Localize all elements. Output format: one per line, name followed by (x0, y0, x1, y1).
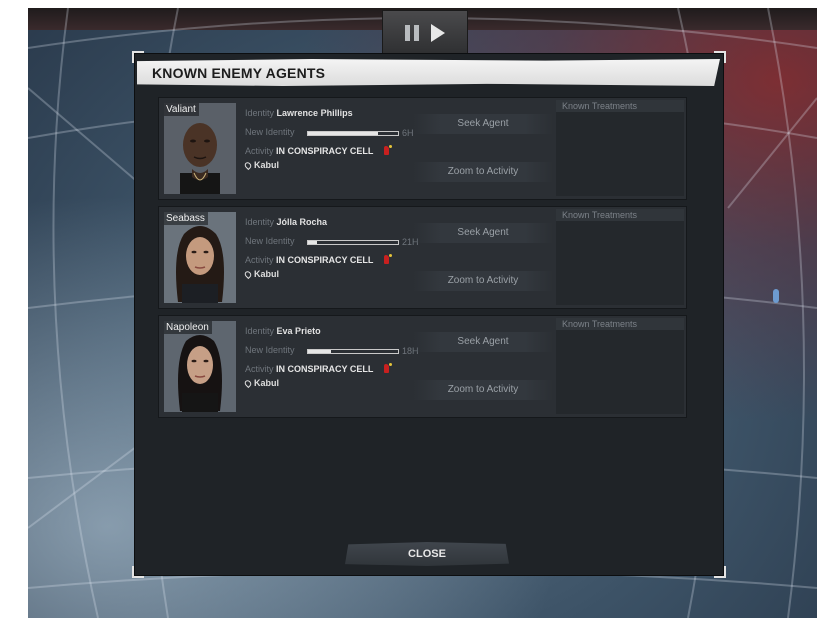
seek-agent-button[interactable]: Seek Agent (413, 114, 553, 134)
red-fist-icon (383, 145, 392, 155)
new-identity-progress-bar (307, 131, 399, 136)
zoom-to-activity-button[interactable]: Zoom to Activity (413, 380, 553, 400)
dialog-title: KNOWN ENEMY AGENTS (152, 65, 326, 81)
male-agent-portrait (164, 103, 236, 194)
new-identity-progress-bar (307, 349, 399, 354)
known-treatments-panel: Known Treatments (556, 318, 684, 414)
progress-fill (308, 132, 379, 135)
identity-label: Identity (245, 217, 275, 227)
activity-label: Activity (245, 146, 274, 156)
new-identity-label: New Identity (245, 127, 295, 137)
agent-activity: IN CONSPIRACY CELL (276, 364, 374, 374)
agent-codename: Napoleon (164, 321, 212, 334)
agent-codename: Valiant (164, 103, 199, 116)
progress-fill (308, 241, 317, 244)
agent-card: Napoleon Identity Eva Prieto New Identit… (158, 315, 687, 418)
identity-label: Identity (245, 326, 275, 336)
location-pin-icon (243, 269, 253, 280)
time-controls (382, 10, 468, 56)
close-button[interactable]: CLOSE (345, 542, 509, 566)
agent-portrait: Napoleon (164, 321, 236, 412)
identity-label: Identity (245, 108, 275, 118)
location-pin-icon (243, 160, 253, 171)
agent-card: Valiant Identity Lawrence Phillips New I… (158, 97, 687, 200)
red-fist-icon (383, 254, 392, 264)
agent-activity: IN CONSPIRACY CELL (276, 146, 374, 156)
red-fist-icon (383, 363, 392, 373)
agent-activity: IN CONSPIRACY CELL (276, 255, 374, 265)
location-pin-icon (243, 378, 253, 389)
seek-agent-button[interactable]: Seek Agent (413, 223, 553, 243)
agent-identity: Lawrence Phillips (276, 108, 353, 118)
agent-identity: Jólla Rocha (276, 217, 328, 227)
frame-corner (132, 566, 144, 578)
game-viewport: KNOWN ENEMY AGENTS Valiant Identity Lawr… (28, 8, 817, 618)
agent-identity: Eva Prieto (276, 326, 321, 336)
known-treatments-header: Known Treatments (556, 209, 684, 221)
known-treatments-header: Known Treatments (556, 318, 684, 330)
zoom-to-activity-button[interactable]: Zoom to Activity (413, 271, 553, 291)
agent-portrait: Valiant (164, 103, 236, 194)
known-treatments-panel: Known Treatments (556, 100, 684, 196)
frame-corner (714, 566, 726, 578)
known-enemy-agents-dialog: KNOWN ENEMY AGENTS Valiant Identity Lawr… (132, 51, 726, 578)
agent-portrait: Seabass (164, 212, 236, 303)
known-treatments-header: Known Treatments (556, 100, 684, 112)
zoom-to-activity-button[interactable]: Zoom to Activity (413, 162, 553, 182)
seek-agent-button[interactable]: Seek Agent (413, 332, 553, 352)
pause-icon[interactable] (405, 25, 419, 41)
new-identity-label: New Identity (245, 345, 295, 355)
female-agent-portrait (164, 321, 236, 412)
activity-label: Activity (245, 255, 274, 265)
new-identity-progress-bar (307, 240, 399, 245)
agent-location: Kabul (254, 269, 280, 279)
agent-location: Kabul (254, 378, 280, 388)
new-identity-label: New Identity (245, 236, 295, 246)
new-identity-time: 6H (402, 128, 414, 138)
play-icon[interactable] (431, 24, 445, 42)
known-treatments-panel: Known Treatments (556, 209, 684, 305)
activity-label: Activity (245, 364, 274, 374)
female-agent-portrait (164, 212, 236, 303)
agent-codename: Seabass (164, 212, 208, 225)
agent-card: Seabass Identity Jólla Rocha New Identit… (158, 206, 687, 309)
progress-fill (308, 350, 331, 353)
map-marker-blue[interactable] (773, 289, 779, 303)
agent-location: Kabul (254, 160, 280, 170)
